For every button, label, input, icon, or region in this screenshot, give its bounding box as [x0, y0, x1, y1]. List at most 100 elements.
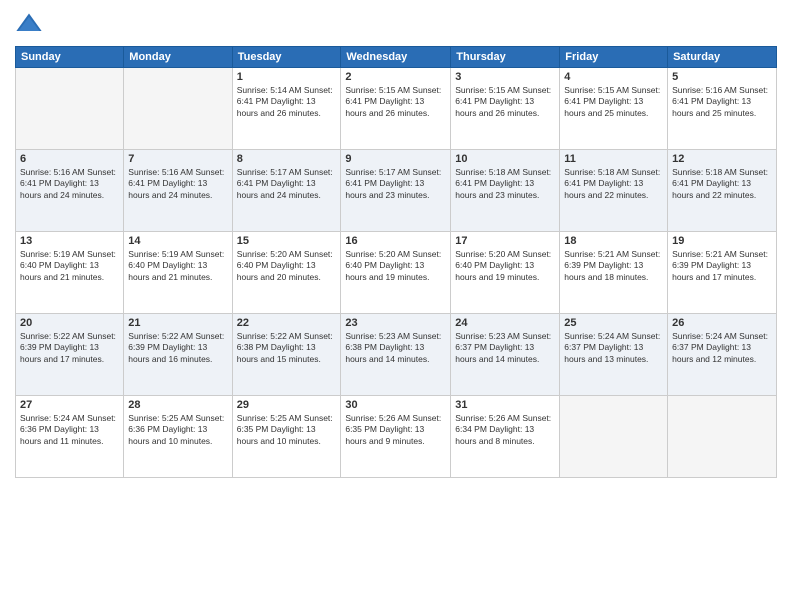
calendar-cell: 27Sunrise: 5:24 AM Sunset: 6:36 PM Dayli…	[16, 396, 124, 478]
calendar-cell: 5 Sunrise: 5:16 AM Sunset: 6:41 PM Daylig…	[668, 68, 777, 150]
day-info: Sunrise: 5:24 AM Sunset: 6:37 PM Dayligh…	[672, 331, 772, 365]
calendar-cell: 29 Sunrise: 5:25 AM Sunset: 6:35 PM Dayli…	[232, 396, 341, 478]
day-info: Sunrise: 5:20 AM Sunset: 6:40 PM Dayligh…	[345, 249, 446, 283]
calendar-cell: 17 Sunrise: 5:20 AM Sunset: 6:40 PM Dayli…	[451, 232, 560, 314]
calendar-cell: 10 Sunrise: 5:18 AM Sunset: 6:41 PM Dayli…	[451, 150, 560, 232]
day-number: 23	[345, 317, 446, 329]
day-number: 19	[672, 235, 772, 247]
calendar-cell: 25 Sunrise: 5:24 AM Sunset: 6:37 PM Dayli…	[560, 314, 668, 396]
day-number: 10	[455, 153, 555, 165]
calendar-cell: 7 Sunrise: 5:16 AM Sunset: 6:41 PM Daylig…	[124, 150, 232, 232]
calendar-week-row: 6 Sunrise: 5:16 AM Sunset: 6:41 PM Daylig…	[16, 150, 777, 232]
calendar-cell: 12 Sunrise: 5:18 AM Sunset: 6:41 PM Dayli…	[668, 150, 777, 232]
calendar-week-row: 27Sunrise: 5:24 AM Sunset: 6:36 PM Dayli…	[16, 396, 777, 478]
day-info: Sunrise: 5:16 AM Sunset: 6:41 PM Dayligh…	[128, 167, 227, 201]
calendar-cell	[560, 396, 668, 478]
calendar-table: SundayMondayTuesdayWednesdayThursdayFrid…	[15, 46, 777, 478]
day-number: 6	[20, 153, 119, 165]
day-number: 15	[237, 235, 337, 247]
day-info: Sunrise: 5:20 AM Sunset: 6:40 PM Dayligh…	[455, 249, 555, 283]
day-number: 26	[672, 317, 772, 329]
day-number: 30	[345, 399, 446, 411]
logo	[15, 10, 47, 38]
day-number: 2	[345, 71, 446, 83]
calendar-cell	[668, 396, 777, 478]
day-info: Sunrise: 5:26 AM Sunset: 6:34 PM Dayligh…	[455, 413, 555, 447]
day-number: 7	[128, 153, 227, 165]
calendar-cell: 31 Sunrise: 5:26 AM Sunset: 6:34 PM Dayli…	[451, 396, 560, 478]
calendar-cell: 20 Sunrise: 5:22 AM Sunset: 6:39 PM Dayli…	[16, 314, 124, 396]
day-info: Sunrise: 5:21 AM Sunset: 6:39 PM Dayligh…	[564, 249, 663, 283]
day-info: Sunrise: 5:18 AM Sunset: 6:41 PM Dayligh…	[564, 167, 663, 201]
day-info: Sunrise: 5:19 AM Sunset: 6:40 PM Dayligh…	[128, 249, 227, 283]
calendar-week-row: 20 Sunrise: 5:22 AM Sunset: 6:39 PM Dayli…	[16, 314, 777, 396]
calendar-cell: 4 Sunrise: 5:15 AM Sunset: 6:41 PM Daylig…	[560, 68, 668, 150]
calendar-cell: 1Sunrise: 5:14 AM Sunset: 6:41 PM Daylig…	[232, 68, 341, 150]
day-info: Sunrise: 5:25 AM Sunset: 6:35 PM Dayligh…	[237, 413, 337, 447]
day-number: 22	[237, 317, 337, 329]
calendar-cell: 22 Sunrise: 5:22 AM Sunset: 6:38 PM Dayli…	[232, 314, 341, 396]
day-info: Sunrise: 5:16 AM Sunset: 6:41 PM Dayligh…	[20, 167, 119, 201]
day-info: Sunrise: 5:21 AM Sunset: 6:39 PM Dayligh…	[672, 249, 772, 283]
day-info: Sunrise: 5:19 AM Sunset: 6:40 PM Dayligh…	[20, 249, 119, 283]
day-number: 25	[564, 317, 663, 329]
calendar-cell: 8Sunrise: 5:17 AM Sunset: 6:41 PM Daylig…	[232, 150, 341, 232]
calendar-cell: 19 Sunrise: 5:21 AM Sunset: 6:39 PM Dayli…	[668, 232, 777, 314]
calendar-cell: 6 Sunrise: 5:16 AM Sunset: 6:41 PM Daylig…	[16, 150, 124, 232]
calendar-cell: 11 Sunrise: 5:18 AM Sunset: 6:41 PM Dayli…	[560, 150, 668, 232]
day-number: 20	[20, 317, 119, 329]
day-info: Sunrise: 5:18 AM Sunset: 6:41 PM Dayligh…	[672, 167, 772, 201]
day-number: 11	[564, 153, 663, 165]
day-info: Sunrise: 5:24 AM Sunset: 6:37 PM Dayligh…	[564, 331, 663, 365]
calendar-header-wednesday: Wednesday	[341, 47, 451, 68]
day-number: 29	[237, 399, 337, 411]
day-number: 21	[128, 317, 227, 329]
day-number: 18	[564, 235, 663, 247]
calendar-week-row: 1Sunrise: 5:14 AM Sunset: 6:41 PM Daylig…	[16, 68, 777, 150]
day-number: 31	[455, 399, 555, 411]
day-info: Sunrise: 5:23 AM Sunset: 6:37 PM Dayligh…	[455, 331, 555, 365]
day-info: Sunrise: 5:18 AM Sunset: 6:41 PM Dayligh…	[455, 167, 555, 201]
day-number: 4	[564, 71, 663, 83]
calendar-header-tuesday: Tuesday	[232, 47, 341, 68]
day-number: 16	[345, 235, 446, 247]
calendar-cell: 9Sunrise: 5:17 AM Sunset: 6:41 PM Daylig…	[341, 150, 451, 232]
calendar-cell: 26 Sunrise: 5:24 AM Sunset: 6:37 PM Dayli…	[668, 314, 777, 396]
calendar-cell: 24Sunrise: 5:23 AM Sunset: 6:37 PM Dayli…	[451, 314, 560, 396]
day-info: Sunrise: 5:22 AM Sunset: 6:39 PM Dayligh…	[128, 331, 227, 365]
calendar-cell	[16, 68, 124, 150]
day-info: Sunrise: 5:23 AM Sunset: 6:38 PM Dayligh…	[345, 331, 446, 365]
day-number: 3	[455, 71, 555, 83]
calendar-header-sunday: Sunday	[16, 47, 124, 68]
day-number: 13	[20, 235, 119, 247]
calendar-cell: 23 Sunrise: 5:23 AM Sunset: 6:38 PM Dayli…	[341, 314, 451, 396]
day-info: Sunrise: 5:15 AM Sunset: 6:41 PM Dayligh…	[564, 85, 663, 119]
calendar-cell: 15 Sunrise: 5:20 AM Sunset: 6:40 PM Dayli…	[232, 232, 341, 314]
calendar-header-thursday: Thursday	[451, 47, 560, 68]
day-info: Sunrise: 5:14 AM Sunset: 6:41 PM Dayligh…	[237, 85, 337, 119]
day-info: Sunrise: 5:20 AM Sunset: 6:40 PM Dayligh…	[237, 249, 337, 283]
header	[15, 10, 777, 38]
calendar-header-friday: Friday	[560, 47, 668, 68]
day-info: Sunrise: 5:25 AM Sunset: 6:36 PM Dayligh…	[128, 413, 227, 447]
calendar-header-monday: Monday	[124, 47, 232, 68]
day-number: 28	[128, 399, 227, 411]
calendar-cell: 16 Sunrise: 5:20 AM Sunset: 6:40 PM Dayli…	[341, 232, 451, 314]
day-info: Sunrise: 5:16 AM Sunset: 6:41 PM Dayligh…	[672, 85, 772, 119]
day-number: 5	[672, 71, 772, 83]
calendar-cell: 3 Sunrise: 5:15 AM Sunset: 6:41 PM Daylig…	[451, 68, 560, 150]
calendar-cell	[124, 68, 232, 150]
calendar-header-saturday: Saturday	[668, 47, 777, 68]
logo-icon	[15, 10, 43, 38]
day-number: 17	[455, 235, 555, 247]
day-info: Sunrise: 5:22 AM Sunset: 6:38 PM Dayligh…	[237, 331, 337, 365]
calendar-week-row: 13 Sunrise: 5:19 AM Sunset: 6:40 PM Dayli…	[16, 232, 777, 314]
day-number: 27	[20, 399, 119, 411]
calendar-cell: 28 Sunrise: 5:25 AM Sunset: 6:36 PM Dayli…	[124, 396, 232, 478]
day-number: 12	[672, 153, 772, 165]
day-info: Sunrise: 5:17 AM Sunset: 6:41 PM Dayligh…	[345, 167, 446, 201]
day-info: Sunrise: 5:15 AM Sunset: 6:41 PM Dayligh…	[345, 85, 446, 119]
day-info: Sunrise: 5:22 AM Sunset: 6:39 PM Dayligh…	[20, 331, 119, 365]
calendar-cell: 13 Sunrise: 5:19 AM Sunset: 6:40 PM Dayli…	[16, 232, 124, 314]
day-info: Sunrise: 5:15 AM Sunset: 6:41 PM Dayligh…	[455, 85, 555, 119]
